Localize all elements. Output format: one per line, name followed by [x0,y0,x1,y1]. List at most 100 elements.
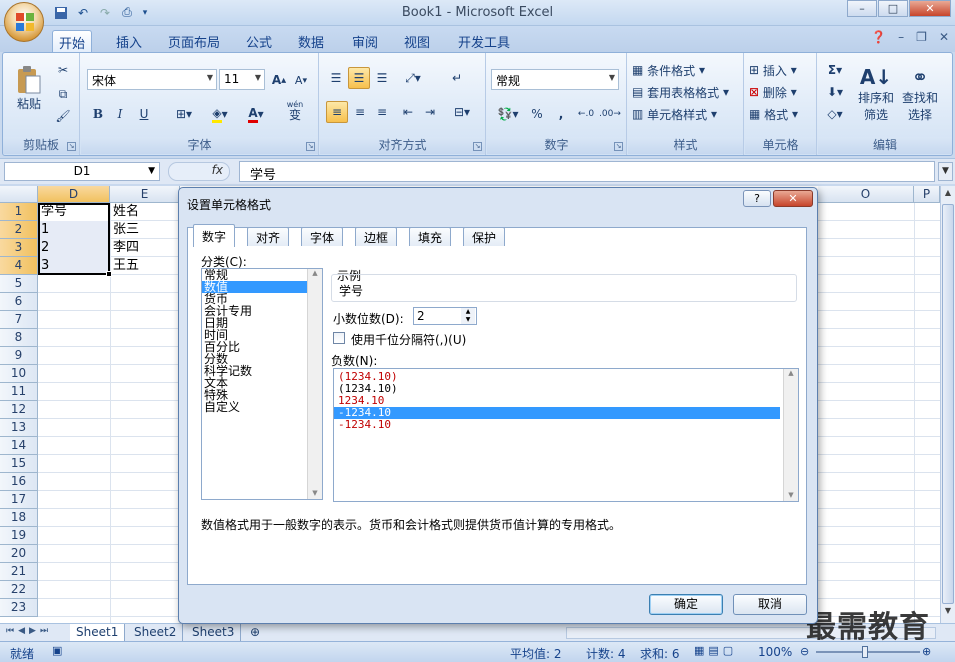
dialog-close-button[interactable]: ✕ [773,190,813,207]
dialog-tab-alignment[interactable]: 对齐 [247,227,290,246]
cell-e4[interactable]: 王五 [111,257,179,275]
row-header[interactable]: 19 [0,527,38,545]
row-header[interactable]: 15 [0,455,38,473]
row-header[interactable]: 7 [0,311,38,329]
row-header[interactable]: 1 [0,203,38,221]
increase-decimal-icon[interactable]: ←.0 [575,103,597,125]
tab-formulas[interactable]: 公式 [240,30,278,52]
zoom-slider[interactable] [816,651,920,653]
align-right-icon[interactable]: ≡ [372,101,392,123]
autosum-icon[interactable]: Σ▾ [822,59,848,81]
negative-scrollbar[interactable]: ▲ ▼ [783,369,798,501]
negative-format-item[interactable]: -1234.10 [334,419,798,431]
insert-cells-button[interactable]: ⊞ 插入 ▾ [749,59,797,81]
sheet-tab-2[interactable]: Sheet2 [128,624,184,642]
shrink-font-icon[interactable]: A ▾ [291,69,311,91]
row-header[interactable]: 11 [0,383,38,401]
zoom-out-icon[interactable]: ⊖ [800,645,809,658]
name-box[interactable]: D1 ▼ [4,162,160,181]
ribbon-restore-icon[interactable]: ❐ [916,30,927,44]
row-header[interactable]: 23 [0,599,38,617]
fill-color-icon[interactable]: ◈ ▾ [205,103,235,125]
column-header-o[interactable]: O [818,186,914,203]
decrease-indent-icon[interactable]: ⇤ [398,101,418,123]
tab-developer[interactable]: 开发工具 [452,30,516,52]
align-top-icon[interactable]: ☰ [326,67,346,89]
negative-format-item[interactable]: (1234.10) [334,371,798,383]
row-header[interactable]: 20 [0,545,38,563]
cut-icon[interactable]: ✂ [53,59,73,81]
scroll-down-icon[interactable]: ▼ [784,491,798,499]
wrap-text-icon[interactable]: ↵ [446,67,468,89]
font-color-icon[interactable]: A ▾ [241,103,271,125]
dialog-tab-protection[interactable]: 保护 [463,227,506,246]
help-icon[interactable]: ❓ [871,30,886,44]
row-header[interactable]: 8 [0,329,38,347]
copy-icon[interactable]: ⧉ [53,83,73,105]
number-format-combo[interactable]: 常规 ▼ [491,69,619,90]
expand-formula-bar-icon[interactable]: ▼ [938,162,953,181]
insert-sheet-icon[interactable]: ⊕ [244,624,266,642]
ribbon-close-icon[interactable]: ✕ [939,30,949,44]
cancel-button[interactable]: 取消 [733,594,807,615]
tab-data[interactable]: 数据 [292,30,330,52]
cell-e2[interactable]: 张三 [111,221,179,239]
ok-button[interactable]: 确定 [649,594,723,615]
dialog-tab-font[interactable]: 字体 [301,227,344,246]
row-header[interactable]: 17 [0,491,38,509]
category-list[interactable]: 常规 数值 货币 会计专用 日期 时间 百分比 分数 科学记数 文本 特殊 自定义 ▲ ▼ [201,268,323,500]
formula-input[interactable]: 学号 [239,161,935,183]
align-left-icon[interactable]: ≡ [326,101,348,123]
format-cells-button[interactable]: ▦ 格式 ▾ [749,103,798,125]
save-icon[interactable] [52,4,70,22]
row-header[interactable]: 22 [0,581,38,599]
dialog-tab-number[interactable]: 数字 [193,224,236,247]
select-all-corner[interactable] [0,186,38,203]
category-scrollbar[interactable]: ▲ ▼ [307,269,322,499]
increase-indent-icon[interactable]: ⇥ [420,101,440,123]
column-header-d[interactable]: D [38,186,110,203]
spin-down-icon[interactable]: ▼ [461,316,475,324]
column-header-p[interactable]: P [914,186,940,203]
category-item[interactable]: 自定义 [202,401,322,413]
font-launcher-icon[interactable]: ↘ [306,142,315,151]
underline-button[interactable]: U [135,103,153,125]
row-header[interactable]: 3 [0,239,38,257]
align-bottom-icon[interactable]: ☰ [372,67,392,89]
scroll-up-icon[interactable]: ▲ [784,369,798,377]
format-as-table-button[interactable]: ▤ 套用表格格式 ▾ [632,81,729,103]
decrease-decimal-icon[interactable]: .00→ [599,103,621,125]
negative-list[interactable]: (1234.10) (1234.10) 1234.10 -1234.10 -1234.1… [333,368,799,502]
alignment-launcher-icon[interactable]: ↘ [473,142,482,151]
cell-e3[interactable]: 李四 [111,239,179,257]
tab-review[interactable]: 审阅 [346,30,384,52]
office-button[interactable] [4,2,44,42]
view-buttons-icon[interactable]: ▦▤▢ [694,644,737,657]
delete-cells-button[interactable]: ⊠ 删除 ▾ [749,81,797,103]
ribbon-minimize-icon[interactable]: – [898,30,904,44]
row-header[interactable]: 13 [0,419,38,437]
customize-toolbar-icon[interactable]: ▾ [140,4,150,22]
cell-d1[interactable]: 学号 [39,203,109,221]
zoom-in-icon[interactable]: ⊕ [922,645,931,658]
merge-center-icon[interactable]: ⊟▾ [448,101,476,123]
dialog-help-button[interactable]: ? [743,190,771,207]
negative-format-item[interactable]: -1234.10 [334,407,780,419]
dialog-tab-border[interactable]: 边框 [355,227,398,246]
sheet-nav-icons[interactable]: ⏮◀▶⏭ [6,626,52,636]
negative-format-item[interactable]: 1234.10 [334,395,798,407]
clipboard-launcher-icon[interactable]: ↘ [67,142,76,151]
phonetic-guide-icon[interactable]: wén 变 [277,99,313,121]
cell-e1[interactable]: 姓名 [111,203,179,221]
redo-icon[interactable]: ↷ [96,4,114,22]
align-middle-icon[interactable]: ☰ [348,67,370,89]
cell-styles-button[interactable]: ▥ 单元格样式 ▾ [632,103,717,125]
zoom-level[interactable]: 100% [758,645,792,659]
thousands-checkbox[interactable] [333,332,345,344]
scroll-down-icon[interactable]: ▼ [308,489,322,497]
fill-icon[interactable]: ⬇▾ [822,81,848,103]
tab-insert[interactable]: 插入 [110,30,148,52]
row-header[interactable]: 16 [0,473,38,491]
maximize-button[interactable]: □ [878,0,908,17]
paste-button[interactable]: 粘贴 [9,59,49,117]
